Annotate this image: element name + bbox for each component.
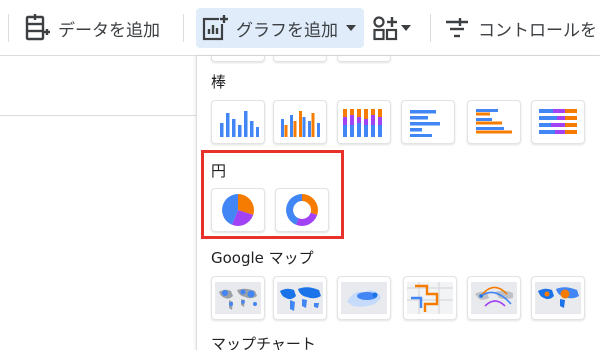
highlight-annotation [201,150,344,239]
chart-option-partial[interactable] [273,56,327,62]
stacked-bar-chart-icon [539,109,577,134]
add-data-button[interactable]: データを追加 [24,8,160,48]
column-chart-icon [220,111,259,137]
chart-option-connection-map[interactable] [467,276,521,320]
bubble-map-icon [215,282,261,314]
connection-map-icon [471,282,517,314]
add-control-label: コントロールを [478,20,597,41]
chart-option-bar[interactable] [401,100,455,144]
chart-option-combo-map[interactable] [531,276,585,320]
section-title-map-chart: マップチャート [211,335,316,350]
chart-option-partial[interactable] [211,56,265,62]
add-chart-button[interactable]: グラフを追加 [196,8,364,48]
chart-option-grouped-bar[interactable] [467,100,521,144]
canvas-divider [0,115,196,116]
chart-option-heatmap[interactable] [337,276,391,320]
filter-list-icon [444,14,470,42]
bar-chart-icon [410,110,440,137]
database-add-icon [24,14,50,42]
heatmap-icon [341,282,387,314]
chart-option-filled-map[interactable] [273,276,327,320]
grouped-column-chart-icon [281,111,320,137]
grouped-bar-chart-icon [476,109,512,134]
chart-option-grouped-column[interactable] [273,100,327,144]
section-title-bar: 棒 [211,73,227,91]
combo-map-icon [535,282,581,314]
chart-option-partial[interactable] [337,56,391,62]
chart-add-icon [202,14,228,42]
shapes-add-icon [372,14,398,42]
add-data-label: データを追加 [58,20,160,41]
chevron-down-icon [401,25,411,31]
stacked-column-chart-icon [343,109,382,137]
toolbar-divider [183,14,184,42]
section-title-google-maps: Google マップ [211,249,314,267]
chart-option-bubble-map[interactable] [211,276,265,320]
add-control-button[interactable]: コントロールを [444,8,597,48]
chevron-down-icon [346,25,356,31]
add-community-viz-button[interactable] [372,8,411,48]
chart-option-stacked-column[interactable] [337,100,391,144]
chart-option-stacked-bar[interactable] [531,100,585,144]
toolbar-divider [8,14,9,42]
toolbar: データを追加 グラフを追加 コントロールを [0,0,600,56]
add-chart-label: グラフを追加 [236,20,338,41]
chart-option-column[interactable] [211,100,265,144]
line-map-icon [407,282,453,314]
filled-map-icon [277,282,323,314]
app-window: データを追加 グラフを追加 コントロールを 棒 円 Google マップ マップ… [0,0,600,350]
toolbar-divider [430,14,431,42]
chart-option-line-map[interactable] [403,276,457,320]
